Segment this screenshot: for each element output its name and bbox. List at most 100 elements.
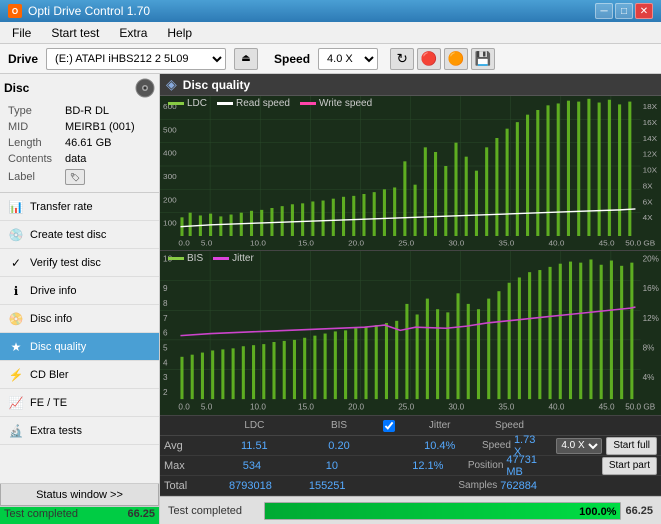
svg-text:8X: 8X [643,182,654,191]
bottom-progress-fill [265,503,620,519]
start-part-button[interactable]: Start part [602,457,657,475]
nav-item-fe-te[interactable]: 📈 FE / TE [0,389,159,417]
nav-item-cd-bler[interactable]: ⚡ CD Bler [0,361,159,389]
speed-select[interactable]: 4.0 X [318,48,378,70]
nav-label-cd-bler: CD Bler [30,369,69,381]
nav-item-verify-test-disc[interactable]: ✓ Verify test disc [0,249,159,277]
menu-start-test[interactable]: Start test [43,24,107,42]
stats-total-label: Total [164,480,212,492]
nav-item-extra-tests[interactable]: 🔬 Extra tests [0,417,159,445]
ldc-legend-item: LDC [168,98,207,109]
disc-label-label: Label [6,168,61,186]
stats-max-bis: 10 [292,460,372,472]
menu-extra[interactable]: Extra [111,24,155,42]
jitter-checkbox[interactable] [383,420,395,432]
disc-info-icon: 📀 [8,311,24,327]
stats-header-row: LDC BIS Jitter Speed [160,416,661,436]
svg-text:2: 2 [163,387,168,397]
disc-type-value: BD-R DL [63,104,153,118]
jitter-checkbox-container[interactable] [381,420,397,432]
fe-te-icon: 📈 [8,395,24,411]
lower-legend: BIS Jitter [168,253,254,264]
ldc-legend-label: LDC [187,98,207,109]
nav-label-verify-test-disc: Verify test disc [30,257,101,269]
svg-text:20.0: 20.0 [348,239,365,248]
refresh-button[interactable]: ↻ [390,48,414,70]
nav-item-transfer-rate[interactable]: 📊 Transfer rate [0,193,159,221]
stats-max-ldc: 534 [212,460,292,472]
nav-item-disc-quality[interactable]: ★ Disc quality [0,333,159,361]
stats-speed-select-container[interactable]: 4.0 X Start full [537,437,657,455]
chart-header: ◈ Disc quality [160,74,661,96]
svg-text:50.0 GB: 50.0 GB [625,239,655,248]
transfer-rate-icon: 📊 [8,199,24,215]
menu-file[interactable]: File [4,24,39,42]
ldc-legend-color [168,102,184,105]
svg-text:35.0: 35.0 [498,402,514,412]
svg-text:45.0: 45.0 [599,239,616,248]
status-window-button[interactable]: Status window >> [0,484,159,506]
label-edit-button[interactable]: 🏷 [65,169,85,185]
stats-position-container: Position 47731 MB [468,454,537,478]
disc-contents-value[interactable]: data [63,152,153,166]
upper-chart-container: LDC Read speed Write speed [160,96,661,251]
nav-label-disc-quality: Disc quality [30,341,86,353]
svg-text:50.0 GB: 50.0 GB [625,402,655,412]
stats-samples-container: Samples 762884 [458,480,537,492]
nav-item-disc-info[interactable]: 📀 Disc info [0,305,159,333]
svg-text:12%: 12% [643,313,660,323]
lower-chart-svg: 10 9 8 7 6 5 4 3 2 20% 16% 12% 8% 4% 0.0… [160,251,661,415]
svg-text:100: 100 [163,219,177,228]
read-speed-legend-item: Read speed [217,98,290,109]
status-text: Test completed [4,508,78,520]
svg-text:5: 5 [163,342,168,352]
stats-ldc-header: LDC [212,420,297,431]
nav-item-drive-info[interactable]: ℹ Drive info [0,277,159,305]
svg-text:15.0: 15.0 [298,239,315,248]
disc-type-label: Type [6,104,61,118]
svg-text:30.0: 30.0 [448,402,464,412]
status-bar-container: Status window >> Test completed 66.25 [0,483,159,524]
menu-help[interactable]: Help [159,24,200,42]
options-button2[interactable]: 🟠 [444,48,468,70]
svg-text:10.0: 10.0 [250,239,267,248]
read-speed-legend-color [217,102,233,105]
drive-label: Drive [8,52,38,66]
disc-image-icon [135,78,155,98]
status-btn-label: Status window >> [36,489,123,501]
minimize-button[interactable]: ─ [595,3,613,19]
close-button[interactable]: ✕ [635,3,653,19]
stats-jitter-header: Jitter [397,420,482,431]
svg-text:14X: 14X [643,134,658,143]
stats-area: LDC BIS Jitter Speed Avg 11.51 0.20 10.4… [160,416,661,524]
svg-text:0.0: 0.0 [178,239,190,248]
main-layout: Disc Type BD-R DL MID MEIRB1 (001) Lengt… [0,74,661,524]
stats-speed-select[interactable]: 4.0 X [556,438,602,454]
save-button[interactable]: 💾 [471,48,495,70]
stats-avg-ldc: 11.51 [212,440,297,452]
svg-text:5.0: 5.0 [201,402,213,412]
chart-header-icon: ◈ [166,76,177,93]
eject-button[interactable]: ⏏ [234,48,258,70]
drive-select[interactable]: (E:) ATAPI iHBS212 2 5L09 [46,48,226,70]
start-full-button[interactable]: Start full [606,437,657,455]
cd-bler-icon: ⚡ [8,367,24,383]
speed-label: Speed [274,52,310,66]
stats-avg-jitter: 10.4% [397,440,482,452]
svg-text:20.0: 20.0 [348,402,364,412]
verify-test-disc-icon: ✓ [8,255,24,271]
maximize-button[interactable]: □ [615,3,633,19]
write-speed-legend-label: Write speed [319,98,372,109]
stats-avg-bis: 0.20 [297,440,382,452]
nav-item-create-test-disc[interactable]: 💿 Create test disc [0,221,159,249]
status-progress-bar: Test completed 66.25 [0,506,159,524]
stats-total-row: Total 8793018 155251 Samples 762884 [160,476,661,496]
drive-bar: Drive (E:) ATAPI iHBS212 2 5L09 ⏏ Speed … [0,44,661,74]
svg-text:300: 300 [163,172,177,181]
upper-legend: LDC Read speed Write speed [168,98,372,109]
svg-text:10X: 10X [643,166,658,175]
svg-text:500: 500 [163,126,177,135]
start-part-container: Start part [537,457,657,475]
bis-legend-item: BIS [168,253,203,264]
options-button1[interactable]: 🔴 [417,48,441,70]
